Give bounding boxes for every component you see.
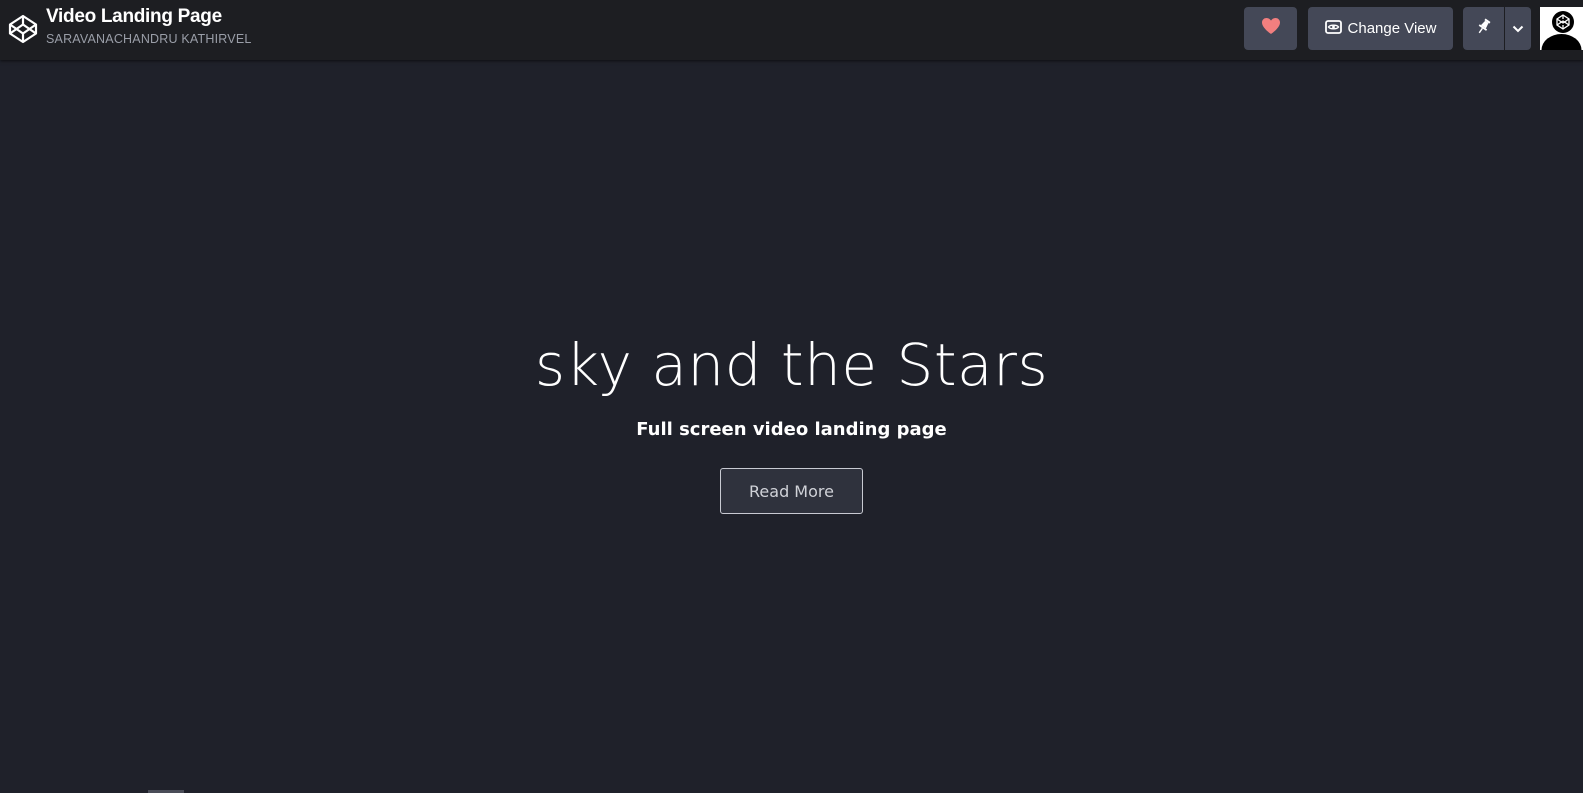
heart-icon	[1261, 17, 1281, 40]
hero-title: sky and the Stars	[534, 331, 1049, 399]
hero-subtitle: Full screen video landing page	[636, 419, 947, 440]
pen-title[interactable]: Video Landing Page	[46, 6, 222, 28]
pin-button[interactable]	[1463, 7, 1504, 50]
top-bar: Video Landing Page SARAVANACHANDRU KATHI…	[0, 0, 1583, 60]
heart-button[interactable]	[1244, 7, 1297, 50]
eye-icon	[1324, 19, 1342, 38]
hero-section: sky and the Stars Full screen video land…	[0, 60, 1583, 793]
change-view-button[interactable]: Change View	[1308, 7, 1453, 50]
pin-menu-button[interactable]	[1505, 7, 1531, 50]
change-view-label: Change View	[1347, 20, 1437, 37]
chevron-down-icon	[1512, 20, 1524, 38]
avatar[interactable]	[1540, 7, 1583, 50]
pin-icon	[1476, 18, 1492, 40]
pen-author[interactable]: SARAVANACHANDRU KATHIRVEL	[46, 32, 252, 46]
codepen-logo-icon[interactable]	[8, 14, 38, 44]
read-more-button[interactable]: Read More	[720, 468, 863, 514]
